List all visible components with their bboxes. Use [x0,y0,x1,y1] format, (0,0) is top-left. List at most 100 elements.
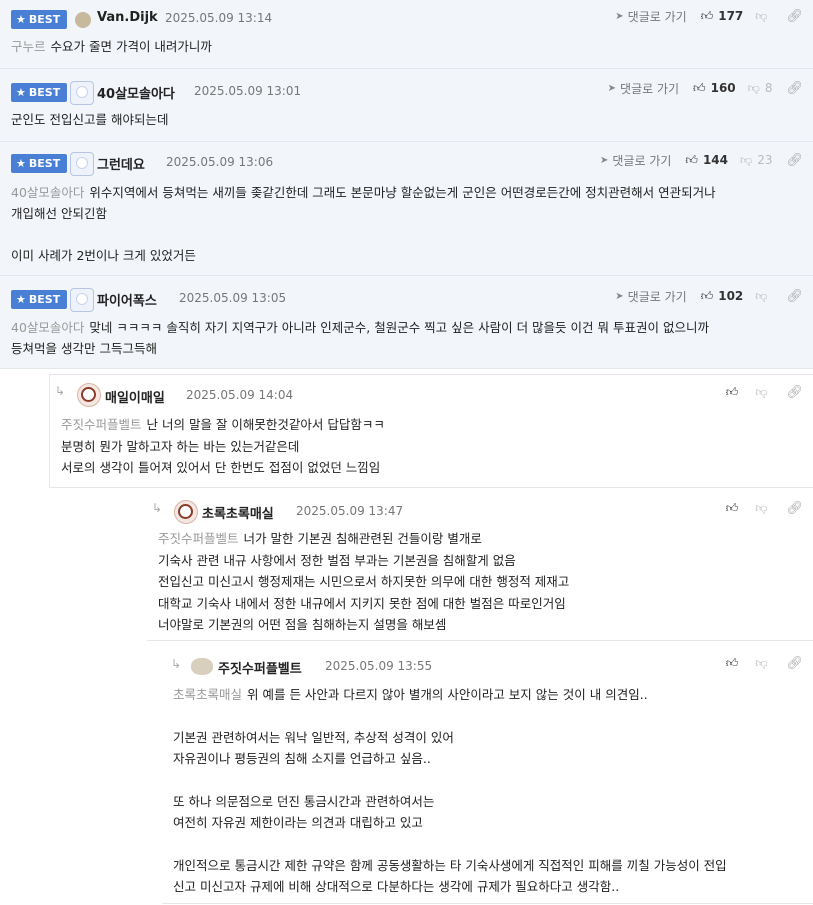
timestamp: 2025.05.09 13:01 [194,84,302,98]
comment-body: 군인도 전입신고를 해야되는데 [11,112,169,127]
dislike-button[interactable]: 👎︎ 8 [748,81,773,96]
best-badge: ★ BEST [11,83,68,102]
best-comment: ★ BEST 파이어폭스 2025.05.09 13:05 ➤ 댓글로 가기 👍︎ 1… [0,276,813,369]
comment-body: 구누르 수요가 줄면 가격이 내려가니까 [11,39,212,54]
comment-body: 주짓수퍼플벨트 난 너의 말을 잘 이해못한것같아서 답답함ㅋㅋ 분명히 뭔가 말… [61,417,385,475]
nickname[interactable]: 주짓수퍼플벨트 [218,658,302,677]
best-comment: ★ BEST Van.Dijk 2025.05.09 13:14 ➤ 댓글로 가기 … [0,0,813,69]
thumbs-down-icon: 👎︎ [755,500,768,515]
comment-actions: 👍︎ 👎︎ 🔗︎ [726,655,803,671]
thumbs-down-icon: 👎︎ [755,384,768,399]
star-icon: ★ [16,157,26,170]
like-button[interactable]: 👍︎ 160 [693,81,736,96]
dislike-button[interactable]: 👎︎ [755,385,772,400]
best-comment: ★ BEST 그런데요 2025.05.09 13:06 ➤ 댓글로 가기 👍︎ 14… [0,142,813,276]
avatar[interactable] [75,12,91,28]
thumbs-up-icon: 👍︎ [685,152,698,167]
go-to-reply-link[interactable]: ➤ 댓글로 가기 [608,80,679,97]
dislike-button[interactable]: 👎︎ 23 [740,153,772,168]
thumbs-up-icon: 👍︎ [700,288,714,303]
timestamp: 2025.05.09 13:47 [296,504,404,518]
avatar[interactable] [70,81,94,105]
nickname[interactable]: 40살모솔아다 [97,83,175,102]
like-button[interactable]: 👍︎ 102 [701,289,744,304]
nickname[interactable]: 그런데요 [97,154,145,173]
timestamp: 2025.05.09 13:14 [165,11,273,25]
avatar[interactable] [70,288,94,312]
thumbs-up-icon: 👍︎ [693,80,706,95]
avatar[interactable] [77,383,101,407]
best-comment: ★ BEST 40살모솔아다 2025.05.09 13:01 ➤ 댓글로 가기 👍… [0,69,813,142]
timestamp: 2025.05.09 14:04 [186,388,294,402]
thumbs-up-icon: 👍︎ [725,500,739,515]
thumbs-up-icon: 👍︎ [725,655,739,670]
dislike-button[interactable]: 👎︎ [755,289,772,304]
paper-plane-icon: ➤ [600,154,609,166]
comment-body: 주짓수퍼플벨트 너가 말한 기본권 침해관련된 건들이랑 별개로 기숙사 관련 내… [158,531,570,632]
paper-plane-icon: ➤ [615,290,624,302]
thumbs-down-icon: 👎︎ [755,288,768,303]
thumbs-up-icon: 👍︎ [725,384,739,399]
reply-arrow-icon: ↳ [171,657,182,671]
timestamp: 2025.05.09 13:55 [325,659,433,673]
link-icon[interactable]: 🔗︎ [786,153,803,168]
star-icon: ★ [16,13,26,26]
go-to-reply-link[interactable]: ➤ 댓글로 가기 [615,8,686,25]
dislike-button[interactable]: 👎︎ [755,501,772,516]
nickname[interactable]: 초록초록매실 [202,503,274,522]
dislike-button[interactable]: 👎︎ [755,656,772,671]
mention[interactable]: 구누르 [11,39,46,54]
timestamp: 2025.05.09 13:05 [179,291,287,305]
link-icon[interactable]: 🔗︎ [786,81,803,96]
comment-body: 초록초록매실 위 예를 든 사안과 다르지 않아 별개의 사안이라고 보지 않는 … [173,687,727,894]
like-button[interactable]: 👍︎ [726,656,744,671]
avatar[interactable] [70,152,94,176]
reply-comment: ↳ 매일이매일 2025.05.09 14:04 👍︎ 👎︎ 🔗︎ 주짓수퍼플벨… [49,374,813,488]
mention[interactable]: 주짓수퍼플벨트 [158,531,239,546]
mention[interactable]: 40살모솔아다 [11,320,84,335]
comment-actions: ➤ 댓글로 가기 👍︎ 160 👎︎ 8 🔗︎ [608,80,803,96]
best-badge: ★ BEST [11,290,68,309]
nickname[interactable]: 매일이매일 [105,387,165,406]
reply-arrow-icon: ↳ [55,384,66,398]
link-icon[interactable]: 🔗︎ [786,289,803,304]
link-icon[interactable]: 🔗︎ [786,385,803,400]
nickname[interactable]: 파이어폭스 [97,290,157,309]
go-to-reply-link[interactable]: ➤ 댓글로 가기 [600,152,671,169]
avatar[interactable] [174,500,198,524]
thumbs-down-icon: 👎︎ [755,8,768,23]
comment-body: 40살모솔아다 맞네 ㅋㅋㅋㅋ 솔직히 자기 지역구가 아니라 인제군수, 철원군… [11,320,709,356]
comment-actions: ➤ 댓글로 가기 👍︎ 144 👎︎ 23 🔗︎ [600,152,803,168]
go-to-reply-link[interactable]: ➤ 댓글로 가기 [615,288,686,305]
thumbs-down-icon: 👎︎ [747,80,760,95]
like-button[interactable]: 👍︎ [726,501,744,516]
dislike-button[interactable]: 👎︎ [755,9,772,24]
link-icon[interactable]: 🔗︎ [786,9,803,24]
comment-actions: 👍︎ 👎︎ 🔗︎ [726,384,803,400]
link-icon[interactable]: 🔗︎ [786,501,803,516]
comment-actions: 👍︎ 👎︎ 🔗︎ [726,500,803,516]
nickname[interactable]: Van.Dijk [97,10,158,25]
mention[interactable]: 40살모솔아다 [11,185,84,200]
timestamp: 2025.05.09 13:06 [166,155,274,169]
star-icon: ★ [16,86,26,99]
thumbs-down-icon: 👎︎ [740,152,753,167]
mention[interactable]: 초록초록매실 [173,687,242,702]
best-badge: ★ BEST [11,10,68,29]
comment-body: 40살모솔아다 위수지역에서 등쳐먹는 새끼들 좆같긴한데 그래도 본문마냥 할순… [11,185,716,263]
link-icon[interactable]: 🔗︎ [786,656,803,671]
comment-actions: ➤ 댓글로 가기 👍︎ 102 👎︎ 🔗︎ [615,288,803,304]
mention[interactable]: 주짓수퍼플벨트 [61,417,142,432]
thumbs-up-icon: 👍︎ [700,8,714,23]
comment-actions: ➤ 댓글로 가기 👍︎ 177 👎︎ 🔗︎ [615,8,803,24]
paper-plane-icon: ➤ [607,82,617,94]
avatar[interactable] [191,658,213,675]
paper-plane-icon: ➤ [615,10,624,22]
reply-arrow-icon: ↳ [152,501,163,515]
like-button[interactable]: 👍︎ [726,385,744,400]
thumbs-down-icon: 👎︎ [755,655,768,670]
reply-comment: ↳ 초록초록매실 2025.05.09 13:47 👍︎ 👎︎ 🔗︎ 주짓수퍼플… [147,488,813,641]
reply-comment: ↳ 주짓수퍼플벨트 2025.05.09 13:55 👍︎ 👎︎ 🔗︎ 초록초록… [162,644,813,904]
like-button[interactable]: 👍︎ 144 [685,153,728,168]
like-button[interactable]: 👍︎ 177 [701,9,744,24]
